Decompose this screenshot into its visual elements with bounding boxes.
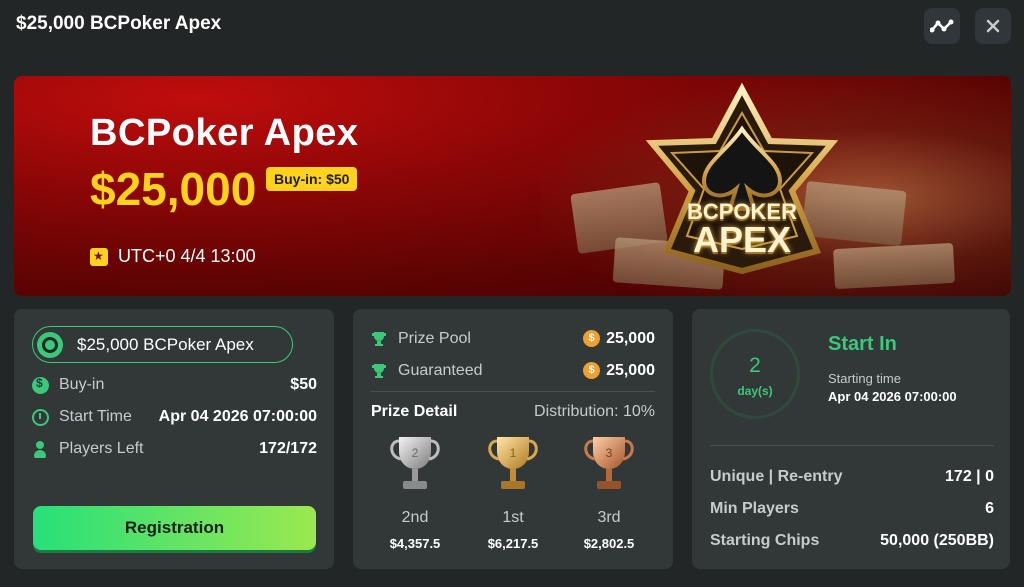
tournament-banner: BCPoker Apex $25,000 Buy-in: $50 UTC+0 4… bbox=[14, 76, 1011, 296]
buyin-label: Buy-in bbox=[59, 376, 105, 393]
trophy-rank: 1 bbox=[510, 446, 517, 460]
countdown-card: 2 day(s) Start In Starting time Apr 04 2… bbox=[692, 309, 1010, 569]
place-prize: $4,357.5 bbox=[389, 536, 441, 551]
players-left-value: 172/172 bbox=[259, 440, 317, 457]
unique-reentry-row: Unique | Re-entry 172 | 0 bbox=[710, 465, 994, 489]
prize-detail-title: Prize Detail bbox=[371, 403, 458, 420]
place-prize: $2,802.5 bbox=[583, 536, 635, 551]
banner-date-text: UTC+0 4/4 13:00 bbox=[118, 246, 256, 266]
starting-chips-label: Starting Chips bbox=[710, 532, 820, 549]
calendar-icon bbox=[90, 247, 108, 266]
stats-button[interactable] bbox=[924, 8, 960, 44]
guaranteed-amount: 25,000 bbox=[606, 362, 655, 379]
unique-reentry-label: Unique | Re-entry bbox=[710, 468, 843, 485]
starting-time-label: Starting time bbox=[828, 371, 901, 386]
countdown-unit: day(s) bbox=[737, 384, 773, 398]
prize-pool-label: Prize Pool bbox=[398, 330, 471, 347]
money-stack-image bbox=[833, 242, 955, 290]
place-label: 2nd bbox=[401, 509, 429, 526]
starting-chips-value: 50,000 (250BB) bbox=[880, 532, 994, 549]
buyin-badge: Buy-in: $50 bbox=[266, 167, 358, 191]
distribution-text: Distribution: 10% bbox=[534, 403, 655, 420]
person-icon bbox=[32, 440, 49, 458]
close-button[interactable] bbox=[975, 8, 1011, 44]
coin-icon bbox=[32, 376, 49, 394]
coin-icon: $ bbox=[583, 330, 601, 348]
coin-icon: $ bbox=[583, 362, 601, 380]
start-time-row: Start Time Apr 04 2026 07:00:00 bbox=[32, 405, 317, 429]
trend-line-icon bbox=[930, 19, 954, 33]
start-time-label: Start Time bbox=[59, 408, 132, 425]
banner-title: BCPoker Apex bbox=[90, 112, 359, 154]
tournament-name: $25,000 BCPoker Apex bbox=[77, 334, 254, 354]
silver-trophy-icon: 2 bbox=[390, 437, 440, 489]
trophy-rank: 2 bbox=[412, 446, 419, 460]
registration-button[interactable]: Registration bbox=[33, 506, 316, 550]
starting-time-value: Apr 04 2026 07:00:00 bbox=[828, 389, 957, 404]
prize-pool-value: $25,000 bbox=[583, 330, 655, 348]
divider bbox=[710, 445, 994, 446]
guaranteed-row: Guaranteed $25,000 bbox=[371, 359, 655, 383]
trophy-rank: 3 bbox=[606, 446, 613, 460]
guaranteed-label: Guaranteed bbox=[398, 362, 483, 379]
prize-card: Prize Pool $25,000 Guaranteed $25,000 Pr… bbox=[353, 309, 673, 569]
modal-title: $25,000 BCPoker Apex bbox=[16, 13, 222, 34]
players-left-label: Players Left bbox=[59, 440, 144, 457]
banner-date: UTC+0 4/4 13:00 bbox=[90, 246, 256, 267]
bronze-trophy-icon: 3 bbox=[584, 437, 634, 489]
tournament-info-card: $25,000 BCPoker Apex Buy-in $50 Start Ti… bbox=[14, 309, 334, 569]
apex-logo: BCPOKER APEX bbox=[642, 81, 842, 291]
min-players-label: Min Players bbox=[710, 500, 799, 517]
place-prize: $6,217.5 bbox=[487, 536, 539, 551]
buyin-value: $50 bbox=[290, 376, 317, 393]
countdown-number: 2 bbox=[749, 354, 761, 377]
starting-chips-row: Starting Chips 50,000 (250BB) bbox=[710, 529, 994, 553]
banner-prize-amount: $25,000 bbox=[90, 163, 257, 215]
prize-pool-row: Prize Pool $25,000 bbox=[371, 327, 655, 351]
place-label: 3rd bbox=[597, 509, 621, 526]
start-time-value: Apr 04 2026 07:00:00 bbox=[158, 408, 317, 425]
trophy-icon bbox=[372, 332, 386, 346]
players-left-row: Players Left 172/172 bbox=[32, 437, 317, 461]
modal-header: $25,000 BCPoker Apex bbox=[0, 0, 1024, 52]
poker-chip-icon bbox=[37, 331, 63, 358]
guaranteed-value: $25,000 bbox=[583, 362, 655, 380]
logo-text-line2: APEX bbox=[692, 219, 792, 260]
prize-pool-amount: 25,000 bbox=[606, 330, 655, 347]
min-players-row: Min Players 6 bbox=[710, 497, 994, 521]
unique-reentry-value: 172 | 0 bbox=[945, 468, 994, 485]
min-players-value: 6 bbox=[985, 500, 994, 517]
clock-icon bbox=[32, 408, 49, 426]
trophy-icon bbox=[372, 364, 386, 378]
tournament-name-pill: $25,000 BCPoker Apex bbox=[32, 326, 293, 363]
place-label: 1st bbox=[502, 509, 524, 526]
gold-trophy-icon: 1 bbox=[488, 437, 538, 489]
countdown-ring: 2 day(s) bbox=[710, 329, 800, 419]
start-in-title: Start In bbox=[828, 333, 897, 355]
close-icon bbox=[986, 19, 1000, 33]
buyin-row: Buy-in $50 bbox=[32, 373, 317, 397]
divider bbox=[371, 391, 655, 392]
